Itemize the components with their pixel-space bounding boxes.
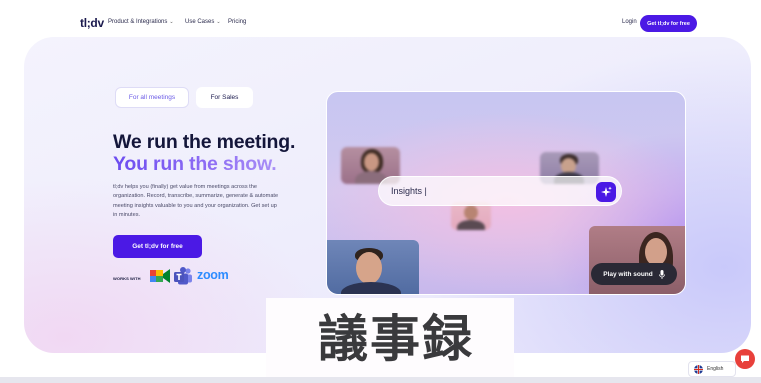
nav-label-use-cases: Use Cases (185, 19, 215, 25)
tldv-logo[interactable]: tl;dv (80, 16, 104, 30)
tab-for-all-meetings[interactable]: For all meetings (115, 87, 189, 108)
zoom-logo: zoom (197, 268, 229, 282)
caption-overlay-text: 議事録 (318, 310, 474, 368)
login-link[interactable]: Login (622, 19, 637, 25)
nav-pricing[interactable]: Pricing (228, 19, 246, 25)
chat-widget-button[interactable] (735, 349, 755, 369)
chat-bubble-icon (741, 355, 749, 363)
insights-search-text: Insights | (391, 186, 427, 196)
top-navigation: tl;dv Product & Integrations ⌄ Use Cases… (0, 0, 761, 40)
works-with-label: WORKS WITH (113, 276, 141, 281)
nav-product-integrations[interactable]: Product & Integrations ⌄ (108, 19, 174, 25)
nav-label-product-integrations: Product & Integrations (108, 19, 168, 25)
nav-get-free-button[interactable]: Get tl;dv for free (640, 15, 697, 32)
bottom-divider (0, 377, 761, 383)
language-selector[interactable]: English (688, 361, 736, 377)
google-meet-icon (150, 269, 170, 283)
chevron-down-icon: ⌄ (169, 19, 174, 25)
chevron-down-icon: ⌄ (216, 19, 221, 25)
ai-sparkle-button[interactable] (596, 182, 616, 202)
headline-primary: We run the meeting. (113, 131, 296, 153)
insights-search-bar[interactable]: Insights | (378, 176, 622, 206)
participant-tile (451, 202, 491, 230)
nav-use-cases[interactable]: Use Cases ⌄ (185, 19, 221, 25)
page: tl;dv Product & Integrations ⌄ Use Cases… (0, 0, 761, 383)
headline-secondary: You run the show. (113, 153, 277, 175)
tab-for-sales[interactable]: For Sales (196, 87, 253, 108)
nav-label-pricing: Pricing (228, 19, 247, 25)
hero-description: tl;dv helps you (finally) get value from… (113, 184, 279, 218)
microsoft-teams-icon (174, 267, 192, 285)
hero-get-free-button[interactable]: Get tl;dv for free (113, 235, 202, 258)
participant-tile (327, 240, 419, 294)
sparkle-icon (601, 186, 612, 197)
play-with-sound-button[interactable]: Play with sound (591, 263, 677, 285)
play-with-sound-label: Play with sound (603, 270, 653, 278)
uk-flag-icon (694, 364, 703, 374)
language-label: English (707, 366, 724, 372)
microphone-icon (658, 269, 665, 279)
